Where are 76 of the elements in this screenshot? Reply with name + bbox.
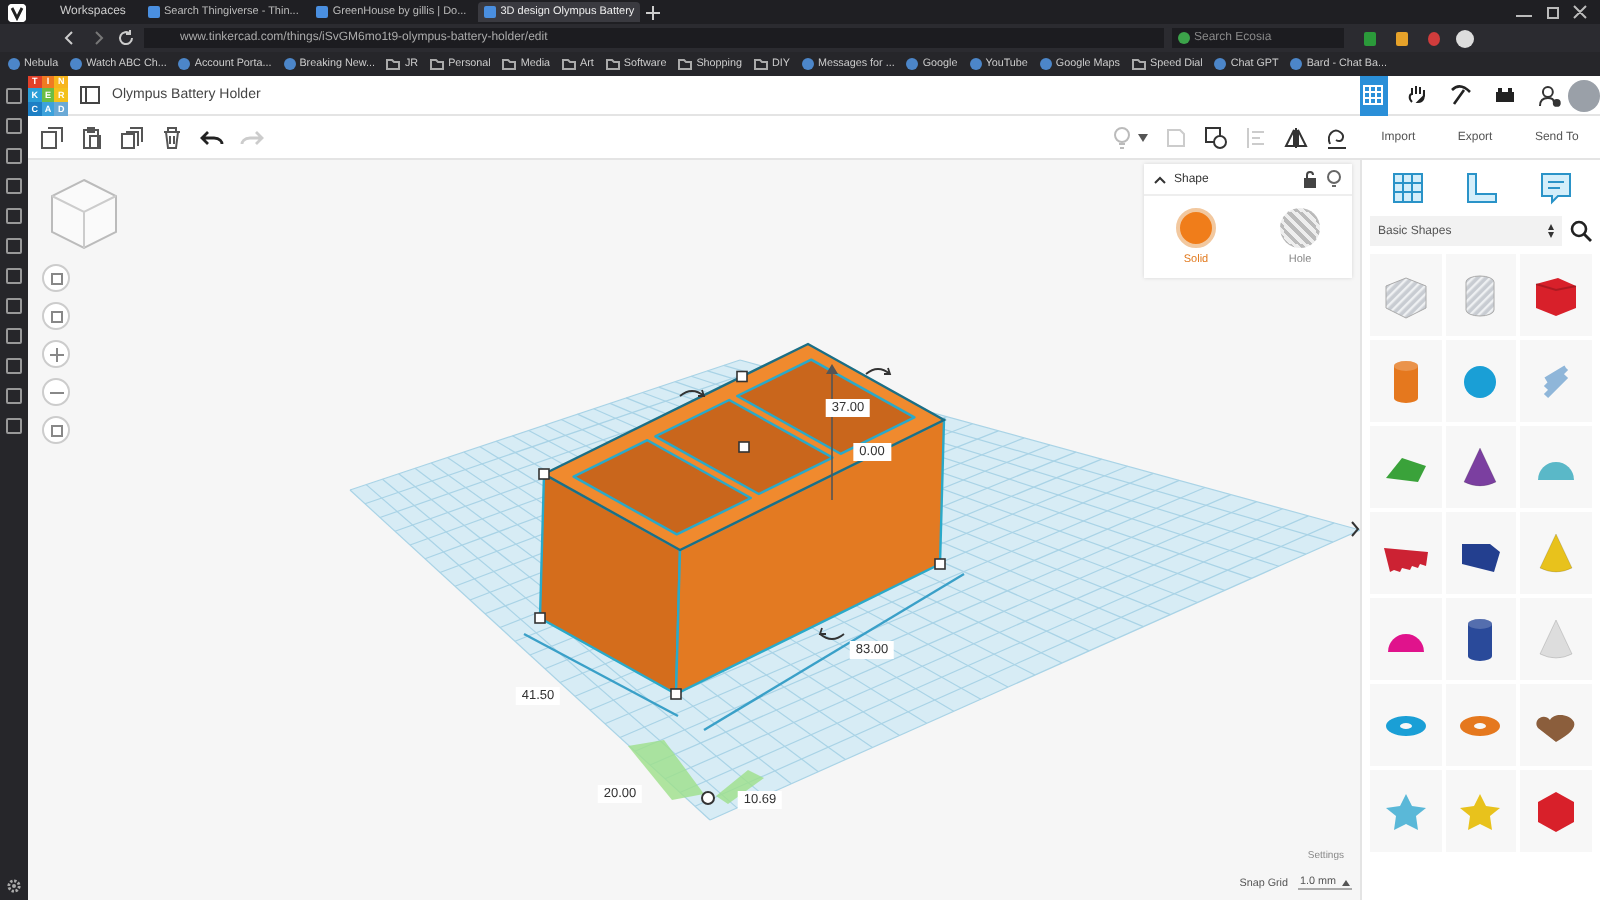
- resize-handle[interactable]: [538, 468, 550, 480]
- site-icon: [1214, 58, 1227, 70]
- resize-handle[interactable]: [670, 688, 682, 700]
- zoom-in-button[interactable]: [42, 340, 70, 368]
- folder-icon: [386, 58, 401, 70]
- browser-logo-icon[interactable]: [8, 3, 26, 21]
- notes-icon[interactable]: [1537, 170, 1573, 206]
- folder-icon: [430, 58, 445, 70]
- caret-icon[interactable]: [1138, 133, 1148, 141]
- zoom-out-button[interactable]: [42, 378, 70, 406]
- site-icon: [178, 58, 191, 70]
- ruler-icon[interactable]: [1463, 170, 1499, 206]
- window-controls-icon[interactable]: [1512, 4, 1592, 20]
- site-icon: [1290, 58, 1303, 70]
- resize-handle[interactable]: [736, 370, 748, 383]
- origin-handle[interactable]: [701, 791, 715, 805]
- site-icon: [969, 58, 982, 70]
- favicon-icon: [484, 6, 497, 18]
- chevron-icon[interactable]: [1350, 520, 1360, 538]
- up-down-caret-icon: [1548, 224, 1554, 238]
- fit-button[interactable]: [42, 302, 70, 330]
- perspective-button[interactable]: [42, 416, 70, 444]
- bricks-icon: [1493, 84, 1516, 106]
- hand-icon: [1406, 84, 1429, 106]
- folder-icon: [1131, 58, 1146, 70]
- folder-icon: [753, 58, 768, 70]
- undo-icon[interactable]: [200, 125, 224, 149]
- ecosia-icon: [1178, 32, 1190, 44]
- rotate-arrow-icon[interactable]: [679, 389, 705, 397]
- pickaxe-icon: [1450, 84, 1473, 106]
- workplane-icon[interactable]: [1389, 170, 1425, 206]
- cruise-icon[interactable]: [1324, 125, 1348, 149]
- duplicate-icon[interactable]: [120, 125, 144, 149]
- plus-icon: [49, 347, 63, 361]
- search-icon[interactable]: [1570, 220, 1592, 242]
- square-icon: [49, 271, 63, 285]
- reload-icon[interactable]: [116, 28, 136, 48]
- square-icon: [49, 309, 63, 323]
- resize-handle[interactable]: [738, 441, 750, 453]
- site-icon: [70, 58, 83, 70]
- square-icon: [49, 423, 63, 437]
- site-icon: [1039, 58, 1052, 70]
- favicon-icon: [316, 6, 329, 18]
- folder-icon: [502, 58, 517, 70]
- resize-handle[interactable]: [934, 558, 946, 570]
- site-icon: [801, 58, 814, 70]
- new-tab-icon[interactable]: [646, 5, 661, 19]
- site-icon: [8, 58, 20, 70]
- folder-icon: [605, 58, 620, 70]
- site-icon: [906, 58, 919, 70]
- settings-icon[interactable]: [6, 878, 22, 894]
- site-icon: [283, 58, 296, 70]
- folder-icon: [562, 58, 577, 70]
- grid-icon: [1362, 84, 1385, 106]
- rotate-arrow-icon[interactable]: [865, 367, 891, 375]
- paste-icon[interactable]: [80, 125, 104, 149]
- home-button[interactable]: [42, 264, 70, 292]
- light-bulb-icon[interactable]: [1326, 170, 1342, 188]
- resize-handle[interactable]: [534, 612, 546, 624]
- folder-icon: [678, 58, 693, 70]
- copy-icon[interactable]: [40, 125, 64, 149]
- collapse-icon[interactable]: [1154, 175, 1166, 183]
- delete-icon[interactable]: [160, 125, 184, 149]
- add-user-icon[interactable]: [1538, 83, 1563, 107]
- profile-avatar[interactable]: [1456, 29, 1474, 47]
- mirror-icon[interactable]: [1284, 125, 1308, 149]
- extension-icon[interactable]: [1364, 31, 1376, 45]
- favicon-icon: [148, 6, 160, 18]
- extension-icon[interactable]: [1428, 31, 1440, 45]
- design-list-icon[interactable]: [80, 86, 100, 104]
- extension-icon[interactable]: [1396, 31, 1408, 45]
- caret-icon: [1342, 879, 1350, 885]
- ungroup-icon[interactable]: [1204, 125, 1228, 149]
- rotate-arrow-icon[interactable]: [819, 627, 845, 640]
- grid-view-button[interactable]: [1360, 75, 1388, 115]
- lock-icon[interactable]: [1302, 170, 1318, 188]
